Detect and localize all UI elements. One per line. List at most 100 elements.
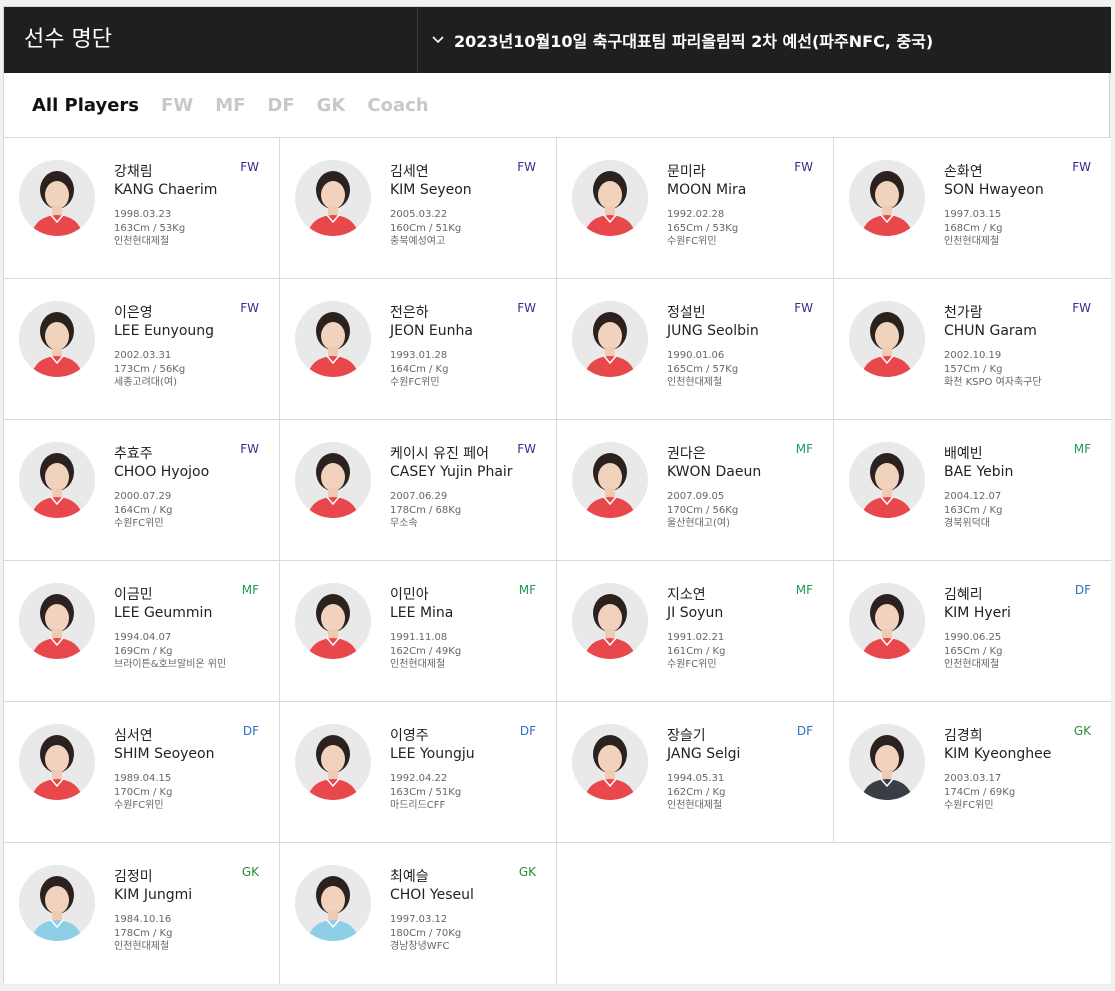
match-label: 2023년10월10일 축구대표팀 파리올림픽 2차 예선(파주NFC, 중국): [454, 32, 934, 51]
player-birthdate: 2007.09.05: [667, 491, 725, 502]
player-photo: [19, 583, 95, 659]
player-photo: [19, 160, 95, 236]
player-meta: 1991.02.21 161Cm / Kg 수원FC위민: [667, 631, 823, 672]
player-info: 심서연 SHIM Seoyeon 1989.04.15 170Cm / Kg 수…: [114, 727, 269, 813]
player-card[interactable]: FW 케이시 유진 페어 CASEY Yujin Phair 2007.06.2…: [280, 420, 557, 561]
player-birthdate: 1991.11.08: [390, 632, 448, 643]
tab-fw[interactable]: FW: [161, 95, 193, 116]
player-body: 157Cm / Kg: [944, 363, 1003, 375]
player-photo: [19, 301, 95, 377]
player-body: 165Cm / Kg: [944, 645, 1003, 657]
player-korean-name: 김경희: [944, 728, 983, 744]
player-card[interactable]: FW 문미라 MOON Mira 1992.02.28 165Cm / 53Kg…: [557, 138, 834, 279]
player-card[interactable]: MF 이민아 LEE Mina 1991.11.08 162Cm / 49Kg …: [280, 561, 557, 702]
player-info: 장슬기 JANG Selgi 1994.05.31 162Cm / Kg 인천현…: [667, 727, 823, 813]
player-english-name: LEE Youngju: [390, 746, 475, 762]
player-card[interactable]: MF 지소연 JI Soyun 1991.02.21 161Cm / Kg 수원…: [557, 561, 834, 702]
player-photo: [572, 583, 648, 659]
player-body: 178Cm / 68Kg: [390, 504, 462, 516]
player-body: 163Cm / 53Kg: [114, 222, 186, 234]
player-korean-name: 최예슬: [390, 869, 429, 885]
player-korean-name: 이민아: [390, 587, 429, 603]
player-photo: [19, 442, 95, 518]
player-meta: 1994.04.07 169Cm / Kg 브라이튼&호브알비온 위민: [114, 631, 269, 672]
player-english-name: KWON Daeun: [667, 464, 762, 480]
player-english-name: BAE Yebin: [944, 464, 1014, 480]
player-card[interactable]: FW 강채림 KANG Chaerim 1998.03.23 163Cm / 5…: [4, 138, 280, 279]
player-meta: 1993.01.28 164Cm / Kg 수원FC위민: [390, 349, 546, 390]
player-club: 인천현대제철: [944, 236, 1000, 247]
player-club: 인천현대제철: [390, 659, 446, 670]
player-info: 전은하 JEON Eunha 1993.01.28 164Cm / Kg 수원F…: [390, 304, 546, 390]
player-english-name: SHIM Seoyeon: [114, 746, 215, 762]
player-info: 문미라 MOON Mira 1992.02.28 165Cm / 53Kg 수원…: [667, 163, 823, 249]
player-meta: 2007.06.29 178Cm / 68Kg 무소속: [390, 490, 546, 531]
player-card[interactable]: GK 김경희 KIM Kyeonghee 2003.03.17 174Cm / …: [834, 702, 1111, 843]
player-birthdate: 2004.12.07: [944, 491, 1002, 502]
player-card[interactable]: MF 배예빈 BAE Yebin 2004.12.07 163Cm / Kg 경…: [834, 420, 1111, 561]
tab-df[interactable]: DF: [267, 95, 294, 116]
player-body: 170Cm / Kg: [114, 786, 173, 798]
match-selector[interactable]: 2023년10월10일 축구대표팀 파리올림픽 2차 예선(파주NFC, 중국): [418, 7, 1111, 73]
player-birthdate: 2003.03.17: [944, 773, 1002, 784]
player-card[interactable]: DF 김혜리 KIM Hyeri 1990.06.25 165Cm / Kg 인…: [834, 561, 1111, 702]
player-club: 수원FC위민: [667, 659, 717, 670]
tab-gk[interactable]: GK: [317, 95, 346, 116]
player-card[interactable]: FW 천가람 CHUN Garam 2002.10.19 157Cm / Kg …: [834, 279, 1111, 420]
tab-mf[interactable]: MF: [215, 95, 245, 116]
player-meta: 1992.04.22 163Cm / 51Kg 마드리드CFF: [390, 772, 546, 813]
player-body: 161Cm / Kg: [667, 645, 726, 657]
player-club: 인천현대제철: [667, 377, 723, 388]
player-info: 지소연 JI Soyun 1991.02.21 161Cm / Kg 수원FC위…: [667, 586, 823, 672]
player-korean-name: 문미라: [667, 164, 706, 180]
player-photo: [849, 301, 925, 377]
player-club: 수원FC위민: [944, 800, 994, 811]
player-card[interactable]: DF 심서연 SHIM Seoyeon 1989.04.15 170Cm / K…: [4, 702, 280, 843]
player-grid: FW 강채림 KANG Chaerim 1998.03.23 163Cm / 5…: [4, 138, 1111, 984]
tab-coach[interactable]: Coach: [367, 95, 428, 116]
player-info: 김혜리 KIM Hyeri 1990.06.25 165Cm / Kg 인천현대…: [944, 586, 1101, 672]
player-birthdate: 2007.06.29: [390, 491, 448, 502]
player-korean-name: 천가람: [944, 305, 983, 321]
player-card[interactable]: FW 전은하 JEON Eunha 1993.01.28 164Cm / Kg …: [280, 279, 557, 420]
player-photo: [295, 583, 371, 659]
player-meta: 1997.03.15 168Cm / Kg 인천현대제철: [944, 208, 1101, 249]
player-card[interactable]: FW 손화연 SON Hwayeon 1997.03.15 168Cm / Kg…: [834, 138, 1111, 279]
player-meta: 1984.10.16 178Cm / Kg 인천현대제철: [114, 913, 269, 954]
player-club: 경남창녕WFC: [390, 941, 450, 952]
player-korean-name: 이금민: [114, 587, 153, 603]
player-card[interactable]: FW 정설빈 JUNG Seolbin 1990.01.06 165Cm / 5…: [557, 279, 834, 420]
player-birthdate: 1994.04.07: [114, 632, 172, 643]
player-card[interactable]: FW 김세연 KIM Seyeon 2005.03.22 160Cm / 51K…: [280, 138, 557, 279]
player-english-name: MOON Mira: [667, 182, 747, 198]
player-english-name: LEE Mina: [390, 605, 454, 621]
player-meta: 2003.03.17 174Cm / 69Kg 수원FC위민: [944, 772, 1101, 813]
player-photo: [572, 724, 648, 800]
player-info: 김세연 KIM Seyeon 2005.03.22 160Cm / 51Kg 충…: [390, 163, 546, 249]
player-club: 인천현대제철: [114, 236, 170, 247]
player-english-name: JANG Selgi: [667, 746, 741, 762]
player-card[interactable]: DF 이영주 LEE Youngju 1992.04.22 163Cm / 51…: [280, 702, 557, 843]
player-card[interactable]: DF 장슬기 JANG Selgi 1994.05.31 162Cm / Kg …: [557, 702, 834, 843]
player-korean-name: 정설빈: [667, 305, 706, 321]
page-title: 선수 명단: [24, 27, 112, 52]
player-photo: [849, 724, 925, 800]
player-korean-name: 이영주: [390, 728, 429, 744]
player-card[interactable]: MF 권다은 KWON Daeun 2007.09.05 170Cm / 56K…: [557, 420, 834, 561]
player-card[interactable]: GK 김정미 KIM Jungmi 1984.10.16 178Cm / Kg …: [4, 843, 280, 984]
player-card[interactable]: FW 이은영 LEE Eunyoung 2002.03.31 173Cm / 5…: [4, 279, 280, 420]
player-info: 김정미 KIM Jungmi 1984.10.16 178Cm / Kg 인천현…: [114, 868, 269, 954]
player-card[interactable]: MF 이금민 LEE Geummin 1994.04.07 169Cm / Kg…: [4, 561, 280, 702]
player-photo: [572, 160, 648, 236]
player-photo: [295, 724, 371, 800]
player-body: 162Cm / 49Kg: [390, 645, 462, 657]
player-korean-name: 장슬기: [667, 728, 706, 744]
tab-all-players[interactable]: All Players: [32, 95, 139, 116]
player-card[interactable]: GK 최예슬 CHOI Yeseul 1997.03.12 180Cm / 70…: [280, 843, 557, 984]
player-birthdate: 1984.10.16: [114, 914, 172, 925]
player-body: 164Cm / Kg: [390, 363, 449, 375]
player-photo: [295, 865, 371, 941]
player-korean-name: 김세연: [390, 164, 429, 180]
player-card[interactable]: FW 추효주 CHOO Hyojoo 2000.07.29 164Cm / Kg…: [4, 420, 280, 561]
player-club: 수원FC위민: [114, 800, 164, 811]
